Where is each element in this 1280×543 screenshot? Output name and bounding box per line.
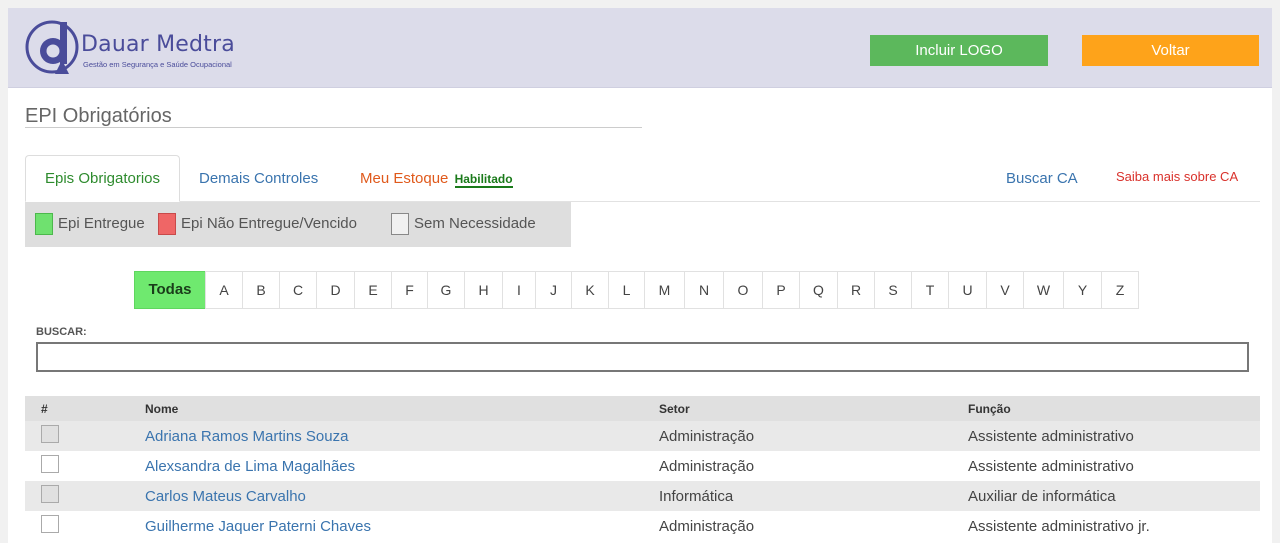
letter-filter-e[interactable]: E	[354, 271, 392, 309]
employees-table: # Nome Setor Função Adriana Ramos Martin…	[25, 396, 1260, 541]
letter-filter-b[interactable]: B	[242, 271, 280, 309]
sector-cell: Administração	[659, 457, 755, 475]
employee-name-link[interactable]: Adriana Ramos Martins Souza	[145, 428, 348, 445]
employee-name-cell: Guilherme Jaquer Paterni Chaves	[145, 511, 371, 541]
brand-name: Dauar Medtra	[81, 32, 235, 57]
title-divider	[25, 127, 642, 128]
status-legend: Epi Entregue Epi Não Entregue/Vencido Se…	[25, 202, 571, 247]
table-row: Guilherme Jaquer Paterni Chaves Administ…	[25, 511, 1260, 541]
row-checkbox[interactable]	[41, 515, 59, 533]
brand-logo[interactable]: Dauar Medtra Gestão em Segurança e Saúde…	[25, 18, 265, 78]
table-row: Alexsandra de Lima Magalhães Administraç…	[25, 451, 1260, 481]
employee-name-cell: Carlos Mateus Carvalho	[145, 481, 306, 511]
sector-cell: Administração	[659, 517, 755, 535]
saiba-mais-ca-link[interactable]: Saiba mais sobre CA	[1116, 169, 1238, 184]
letter-filter-l[interactable]: L	[608, 271, 645, 309]
legend-nao-entregue: Epi Não Entregue/Vencido	[158, 213, 357, 235]
letter-filter-w[interactable]: W	[1023, 271, 1064, 309]
function-cell: Assistente administrativo	[968, 457, 1134, 475]
gray-swatch-icon	[391, 213, 409, 235]
tab-epis-obrigatorios[interactable]: Epis Obrigatorios	[25, 155, 180, 202]
column-header-setor[interactable]: Setor	[659, 396, 690, 421]
letter-filter-todas[interactable]: Todas	[134, 271, 206, 309]
dauar-logo-icon	[25, 20, 79, 74]
tab-buscar-ca[interactable]: Buscar CA	[1006, 170, 1078, 187]
column-header-hash: #	[41, 401, 48, 416]
tab-meu-estoque-label: Meu Estoque	[360, 170, 449, 187]
row-checkbox[interactable]	[41, 485, 59, 503]
employee-name-cell: Alexsandra de Lima Magalhães	[145, 451, 355, 481]
sector-cell: Informática	[659, 487, 734, 505]
page-title: EPI Obrigatórios	[25, 105, 172, 127]
alphabet-filter: Todas A B C D E F G H I J K L M N O P Q …	[134, 271, 1139, 309]
function-cell: Assistente administrativo	[968, 427, 1134, 445]
red-swatch-icon	[158, 213, 176, 235]
row-checkbox[interactable]	[41, 425, 59, 443]
letter-filter-c[interactable]: C	[279, 271, 317, 309]
letter-filter-a[interactable]: A	[205, 271, 243, 309]
letter-filter-g[interactable]: G	[427, 271, 465, 309]
letter-filter-j[interactable]: J	[535, 271, 572, 309]
legend-sem-necessidade-label: Sem Necessidade	[414, 215, 536, 232]
letter-filter-h[interactable]: H	[464, 271, 503, 309]
letter-filter-n[interactable]: N	[684, 271, 724, 309]
estoque-status-badge: Habilitado	[454, 172, 513, 188]
letter-filter-m[interactable]: M	[644, 271, 685, 309]
letter-filter-t[interactable]: T	[911, 271, 949, 309]
legend-sem-necessidade: Sem Necessidade	[391, 213, 536, 235]
letter-filter-u[interactable]: U	[948, 271, 987, 309]
table-row: Carlos Mateus Carvalho Informática Auxil…	[25, 481, 1260, 511]
employee-name-link[interactable]: Carlos Mateus Carvalho	[145, 488, 306, 505]
search-input[interactable]	[36, 342, 1249, 372]
legend-nao-entregue-label: Epi Não Entregue/Vencido	[181, 215, 357, 232]
legend-entregue: Epi Entregue	[35, 213, 145, 235]
employee-name-link[interactable]: Guilherme Jaquer Paterni Chaves	[145, 518, 371, 535]
column-header-nome[interactable]: Nome	[145, 396, 178, 421]
letter-filter-s[interactable]: S	[874, 271, 912, 309]
function-cell: Auxiliar de informática	[968, 487, 1116, 505]
letter-filter-o[interactable]: O	[723, 271, 763, 309]
tab-meu-estoque[interactable]: Meu Estoque Habilitado	[360, 170, 513, 188]
letter-filter-p[interactable]: P	[762, 271, 800, 309]
letter-filter-d[interactable]: D	[316, 271, 355, 309]
column-header-funcao[interactable]: Função	[968, 396, 1011, 421]
function-cell: Assistente administrativo jr.	[968, 517, 1150, 535]
tab-demais-controles[interactable]: Demais Controles	[199, 170, 318, 187]
include-logo-button[interactable]: Incluir LOGO	[870, 35, 1048, 66]
header: Dauar Medtra Gestão em Segurança e Saúde…	[8, 8, 1272, 88]
brand-tagline: Gestão em Segurança e Saúde Ocupacional	[83, 60, 232, 69]
green-swatch-icon	[35, 213, 53, 235]
letter-filter-i[interactable]: I	[502, 271, 536, 309]
letter-filter-y[interactable]: Y	[1063, 271, 1102, 309]
sector-cell: Administração	[659, 427, 755, 445]
employee-name-link[interactable]: Alexsandra de Lima Magalhães	[145, 458, 355, 475]
letter-filter-v[interactable]: V	[986, 271, 1024, 309]
search-label: BUSCAR:	[36, 326, 87, 338]
letter-filter-f[interactable]: F	[391, 271, 428, 309]
table-header: # Nome Setor Função	[25, 396, 1260, 421]
table-row: Adriana Ramos Martins Souza Administraçã…	[25, 421, 1260, 451]
legend-entregue-label: Epi Entregue	[58, 215, 145, 232]
letter-filter-k[interactable]: K	[571, 271, 609, 309]
employee-name-cell: Adriana Ramos Martins Souza	[145, 421, 348, 451]
letter-filter-r[interactable]: R	[837, 271, 875, 309]
page: Dauar Medtra Gestão em Segurança e Saúde…	[8, 8, 1272, 543]
back-button[interactable]: Voltar	[1082, 35, 1259, 66]
letter-filter-z[interactable]: Z	[1101, 271, 1139, 309]
letter-filter-q[interactable]: Q	[799, 271, 838, 309]
row-checkbox[interactable]	[41, 455, 59, 473]
